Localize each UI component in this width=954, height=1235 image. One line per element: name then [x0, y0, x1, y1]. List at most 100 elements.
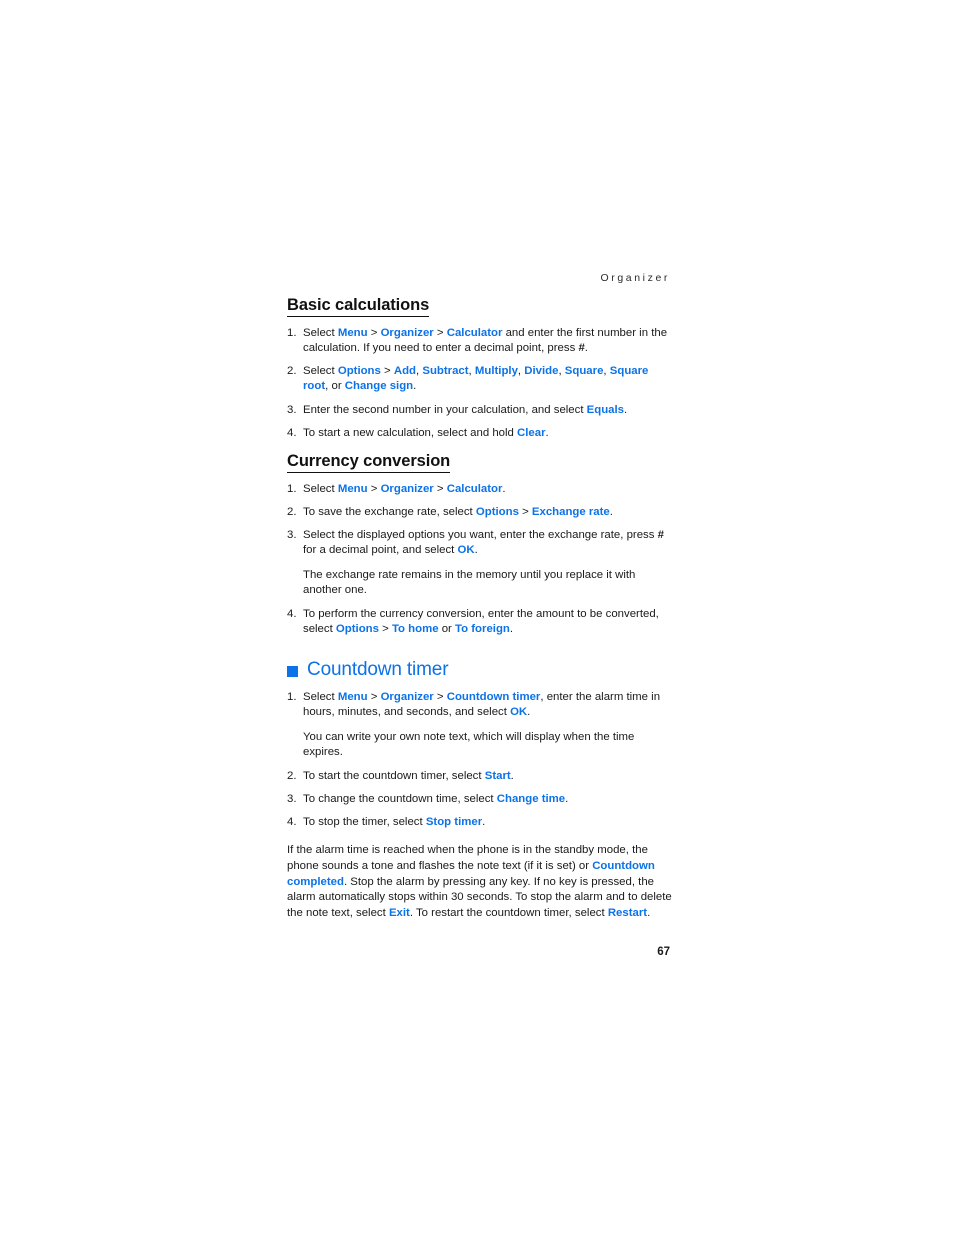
list-item-number: 1. [287, 691, 297, 704]
list-item-number: 1. [287, 482, 297, 495]
list-item-number: 3. [287, 529, 297, 541]
countdown-timer-closing-paragraph: If the alarm time is reached when the ph… [287, 843, 672, 921]
running-header: Organizer [600, 272, 670, 284]
list-item: 3. To change the countdown time, select C… [287, 792, 672, 807]
ui-term: Multiply [474, 365, 518, 378]
list-item-number: 4. [287, 608, 297, 621]
ui-term: Menu [337, 482, 368, 495]
ui-term: To home [391, 623, 439, 636]
ui-term: Menu [337, 327, 368, 340]
list-item-number: 1. [287, 327, 297, 340]
list-item: 2. To save the exchange rate, select Opti… [287, 505, 672, 520]
text-run: > [518, 505, 532, 518]
countdown-timer-step-one: 1. Select Menu > Organizer > Countdown ti… [287, 690, 672, 720]
list-item-number: 2. [287, 770, 297, 783]
ui-term: Calculator [446, 482, 503, 495]
heading-currency-conversion: Currency conversion [287, 452, 672, 473]
currency-conversion-note: The exchange rate remains in the memory … [303, 569, 636, 597]
text-run: # [657, 529, 664, 541]
heading-basic-calculations-text: Basic calculations [287, 296, 429, 318]
list-item-number: 3. [287, 403, 297, 416]
text-run: > [433, 482, 447, 495]
ui-term: Organizer [380, 482, 434, 495]
text-run: , or [325, 380, 345, 393]
text-run: Select [303, 691, 338, 704]
countdown-timer-steps-rest: 2. To start the countdown timer, select S… [287, 769, 672, 830]
text-run: Select [303, 365, 338, 378]
text-run: Select the displayed options you want, e… [303, 529, 658, 541]
text-run: . [609, 505, 613, 518]
text-run: . [584, 342, 588, 355]
heading-currency-conversion-text: Currency conversion [287, 452, 450, 473]
ui-term: Divide [524, 365, 559, 378]
text-run: . [474, 544, 478, 557]
text-run: . To restart the countdown timer, select [409, 906, 608, 919]
ui-term: To foreign [455, 623, 510, 636]
text-run: > [378, 623, 392, 636]
ui-term: Change sign [344, 380, 414, 393]
ui-term: Options [475, 505, 519, 518]
text-run: > [367, 482, 381, 495]
text-run: Select [303, 482, 338, 495]
list-item: 2. Select Options > Add, Subtract, Multip… [287, 364, 672, 394]
ui-term: Equals [586, 403, 625, 416]
list-item: 3. Enter the second number in your calcul… [287, 403, 672, 418]
text-run: Enter the second number in your calculat… [303, 403, 587, 416]
list-item: 2. To start the countdown timer, select S… [287, 769, 672, 784]
text-run: . [510, 770, 514, 783]
list-item: 3. Select the displayed options you want,… [287, 528, 672, 558]
text-run: > [380, 365, 394, 378]
list-item: 4. To stop the timer, select Stop timer. [287, 815, 672, 830]
text-run: > [367, 691, 381, 704]
blue-square-bullet-icon [287, 666, 298, 678]
list-item-number: 4. [287, 816, 297, 829]
text-run: > [433, 327, 447, 340]
ui-term: Change time [496, 793, 566, 806]
text-run: . [509, 623, 514, 636]
ui-term: Start [484, 770, 511, 783]
text-run: To start the countdown timer, select [303, 770, 485, 783]
ui-term: Subtract [422, 365, 469, 378]
ui-term: Stop timer [425, 816, 483, 829]
ui-term: OK [510, 706, 528, 719]
manual-page: Organizer Basic calculations 1. Select Me… [0, 0, 954, 1235]
text-run: or [438, 623, 456, 636]
list-item-number: 3. [287, 793, 297, 806]
text-run: . [545, 426, 549, 439]
ui-term: Countdown timer [446, 691, 541, 704]
ui-term: Calculator [446, 327, 503, 340]
heading-countdown-timer: Countdown timer [287, 659, 672, 682]
heading-countdown-timer-text: Countdown timer [307, 659, 449, 681]
text-run: . [624, 403, 628, 416]
list-item: 1. Select Menu > Organizer > Countdown ti… [287, 690, 672, 720]
text-run: Select [303, 327, 338, 340]
text-run: . [413, 380, 417, 393]
text-run: > [367, 327, 381, 340]
ui-term: Clear [517, 426, 546, 439]
ui-term: Organizer [380, 691, 434, 704]
ui-term: Exchange rate [531, 505, 610, 518]
text-run: To start a new calculation, select and h… [303, 426, 518, 439]
list-item: 1. Select Menu > Organizer > Calculator. [287, 482, 672, 497]
list-item: 4. To perform the currency conversion, en… [287, 607, 672, 637]
page-number: 67 [657, 946, 670, 958]
countdown-timer-note: You can write your own note text, which … [303, 731, 635, 759]
text-run: > [433, 691, 447, 704]
list-item: 4. To start a new calculation, select and… [287, 426, 672, 441]
currency-conversion-steps: 1. Select Menu > Organizer > Calculator. 2… [287, 482, 672, 558]
ui-term: Options [335, 623, 379, 636]
ui-term: Restart [607, 906, 648, 919]
text-run: . [647, 906, 651, 919]
list-item: 1. Select Menu > Organizer > Calculator a… [287, 326, 672, 356]
ui-term: Exit [388, 906, 410, 919]
ui-term: Menu [337, 691, 368, 704]
text-run: . [482, 816, 486, 829]
text-run: . [502, 482, 506, 495]
page-content: Basic calculations 1. Select Menu > Organ… [287, 296, 672, 921]
basic-calculations-steps: 1. Select Menu > Organizer > Calculator a… [287, 326, 672, 440]
heading-basic-calculations: Basic calculations [287, 296, 672, 318]
text-run: for a decimal point, and select [303, 544, 458, 557]
ui-term: OK [457, 544, 475, 557]
